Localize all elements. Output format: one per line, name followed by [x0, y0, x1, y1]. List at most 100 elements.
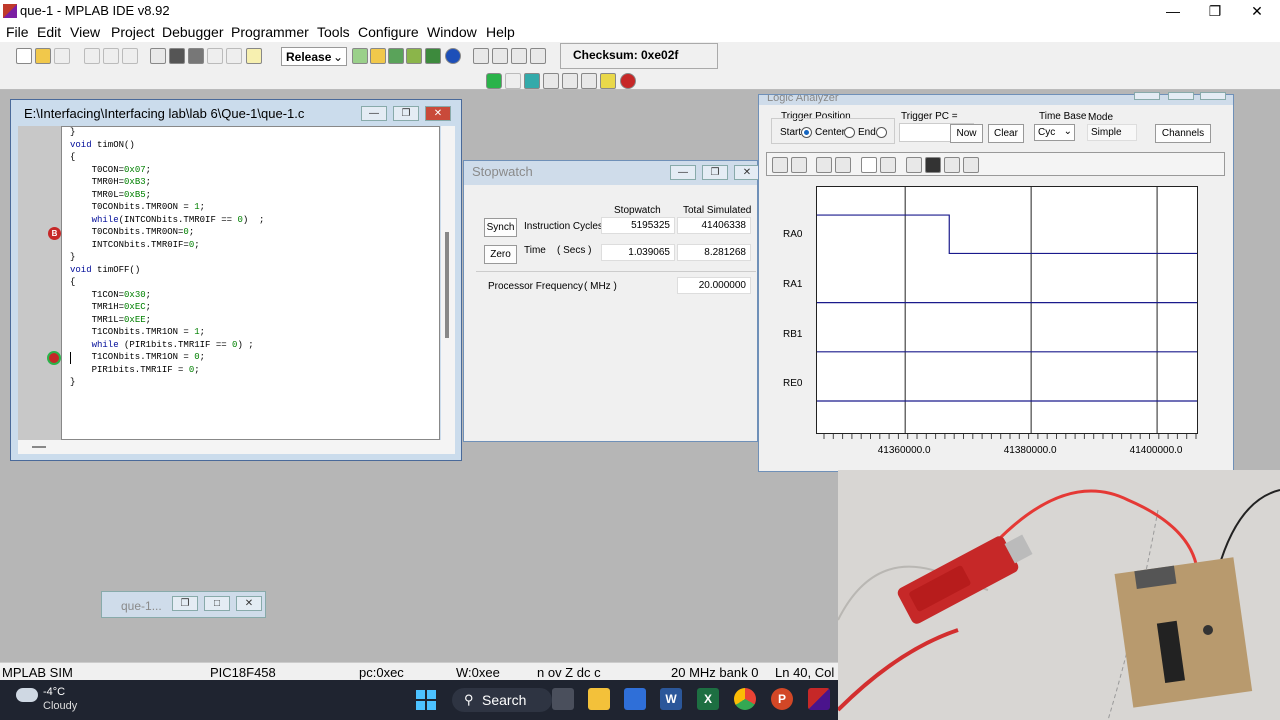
crosshair-icon[interactable] — [772, 157, 788, 173]
menu-programmer[interactable]: Programmer — [231, 24, 309, 40]
minwin-close-button[interactable]: ✕ — [236, 596, 262, 611]
file-explorer-icon[interactable] — [588, 688, 610, 710]
copy-icon[interactable] — [103, 48, 119, 64]
cursor-icon[interactable] — [861, 157, 877, 173]
taskbar-search[interactable]: ⚲ Search — [452, 688, 552, 712]
step-out-icon[interactable] — [581, 73, 597, 89]
info-icon[interactable] — [445, 48, 461, 64]
editor-restore-button[interactable]: ❐ — [393, 106, 419, 121]
breakpoint-icon[interactable]: B — [48, 227, 61, 240]
print-icon[interactable] — [150, 48, 166, 64]
chrome-icon[interactable] — [734, 688, 756, 710]
find-icon[interactable] — [169, 48, 185, 64]
minwin-restore-button[interactable]: ❐ — [172, 596, 198, 611]
new-file-icon[interactable] — [16, 48, 32, 64]
weather-temperature[interactable]: -4°C — [43, 686, 65, 698]
mplab-taskbar-icon[interactable] — [808, 688, 830, 710]
build-all-icon[interactable] — [425, 48, 441, 64]
zoom-out-icon[interactable] — [816, 157, 832, 173]
zoom-in-icon[interactable] — [835, 157, 851, 173]
excel-icon[interactable]: X — [697, 688, 719, 710]
measure-icon[interactable] — [880, 157, 896, 173]
word-icon[interactable]: W — [660, 688, 682, 710]
channels-button[interactable]: Channels — [1155, 124, 1211, 143]
menu-file[interactable]: File — [6, 24, 29, 40]
menu-edit[interactable]: Edit — [37, 24, 61, 40]
time-base-select[interactable]: Cyc ⌄ — [1034, 124, 1075, 141]
editor-vscroll-thumb[interactable] — [445, 232, 449, 338]
calculator-icon[interactable] — [552, 688, 574, 710]
memory-icon[interactable] — [492, 48, 508, 64]
build-icon[interactable] — [406, 48, 422, 64]
close-button[interactable]: ✕ — [1236, 0, 1278, 22]
logic-analyzer-plot[interactable] — [816, 186, 1198, 434]
stopwatch-close-button[interactable]: ✕ — [734, 165, 760, 180]
maximize-button[interactable]: ❐ — [1194, 0, 1236, 22]
find-in-files-icon[interactable] — [188, 48, 204, 64]
print-preview-icon[interactable] — [963, 157, 979, 173]
powerpoint-icon[interactable]: P — [771, 688, 793, 710]
editor-horizontal-scrollbar[interactable] — [18, 440, 455, 454]
new-project-icon[interactable] — [352, 48, 368, 64]
windows-start-icon[interactable] — [416, 690, 436, 710]
step-over-icon[interactable] — [562, 73, 578, 89]
cut-icon[interactable] — [84, 48, 100, 64]
logic-restore-button[interactable] — [1168, 92, 1194, 100]
open-project-icon[interactable] — [370, 48, 386, 64]
rtos-icon[interactable] — [473, 48, 489, 64]
editor-minimize-button[interactable]: — — [361, 106, 387, 121]
editor-close-button[interactable]: ✕ — [425, 106, 451, 121]
processor-frequency-value[interactable]: 20.000000 — [677, 277, 751, 294]
breakpoints-icon[interactable] — [620, 73, 636, 89]
animate-icon[interactable] — [524, 73, 540, 89]
zoom-fit-icon[interactable] — [791, 157, 807, 173]
reset-icon[interactable] — [600, 73, 616, 89]
menu-help[interactable]: Help — [486, 24, 515, 40]
save-icon[interactable] — [54, 48, 70, 64]
editor-hscroll-thumb[interactable] — [32, 446, 46, 448]
print-icon[interactable] — [944, 157, 960, 173]
synch-button[interactable]: Synch — [484, 218, 517, 237]
run-icon[interactable] — [486, 73, 502, 89]
minimized-window[interactable]: que-1... ❐ □ ✕ — [101, 591, 266, 618]
logic-minimize-button[interactable] — [1134, 92, 1160, 100]
end-radio[interactable] — [844, 127, 855, 138]
center-radio[interactable] — [801, 127, 812, 138]
minimize-button[interactable]: — — [1152, 0, 1194, 22]
menu-tools[interactable]: Tools — [317, 24, 350, 40]
microsoft-store-icon[interactable] — [624, 688, 646, 710]
menu-view[interactable]: View — [70, 24, 100, 40]
zero-button[interactable]: Zero — [484, 245, 517, 264]
clear-button[interactable]: Clear — [988, 124, 1024, 143]
end-radio-label: End — [858, 127, 876, 138]
weather-condition[interactable]: Cloudy — [43, 700, 77, 712]
mode-select[interactable]: Simple — [1087, 124, 1137, 141]
copy-icon[interactable] — [906, 157, 922, 173]
bookmark-icon[interactable] — [207, 48, 223, 64]
help-icon[interactable] — [246, 48, 262, 64]
minwin-maximize-button[interactable]: □ — [204, 596, 230, 611]
now-button[interactable]: Now — [950, 124, 983, 143]
paste-icon[interactable] — [122, 48, 138, 64]
open-folder-icon[interactable] — [35, 48, 51, 64]
bookmark-next-icon[interactable] — [226, 48, 242, 64]
view-icon[interactable] — [530, 48, 546, 64]
watch-icon[interactable] — [511, 48, 527, 64]
cloud-icon[interactable] — [16, 688, 38, 702]
search-label: Search — [482, 692, 527, 708]
menu-debugger[interactable]: Debugger — [162, 24, 224, 40]
save-icon[interactable] — [925, 157, 941, 173]
extra-radio[interactable] — [876, 127, 887, 138]
menu-window[interactable]: Window — [427, 24, 477, 40]
step-into-icon[interactable] — [543, 73, 559, 89]
editor-vertical-scrollbar[interactable] — [441, 126, 455, 440]
halt-icon[interactable] — [505, 73, 521, 89]
logic-close-button[interactable] — [1200, 92, 1226, 100]
save-project-icon[interactable] — [388, 48, 404, 64]
build-config-select[interactable]: Release ⌄ — [281, 47, 347, 66]
stopwatch-minimize-button[interactable]: — — [670, 165, 696, 180]
stopwatch-restore-button[interactable]: ❐ — [702, 165, 728, 180]
menu-configure[interactable]: Configure — [358, 24, 419, 40]
editor-gutter[interactable] — [18, 126, 62, 440]
menu-project[interactable]: Project — [111, 24, 155, 40]
